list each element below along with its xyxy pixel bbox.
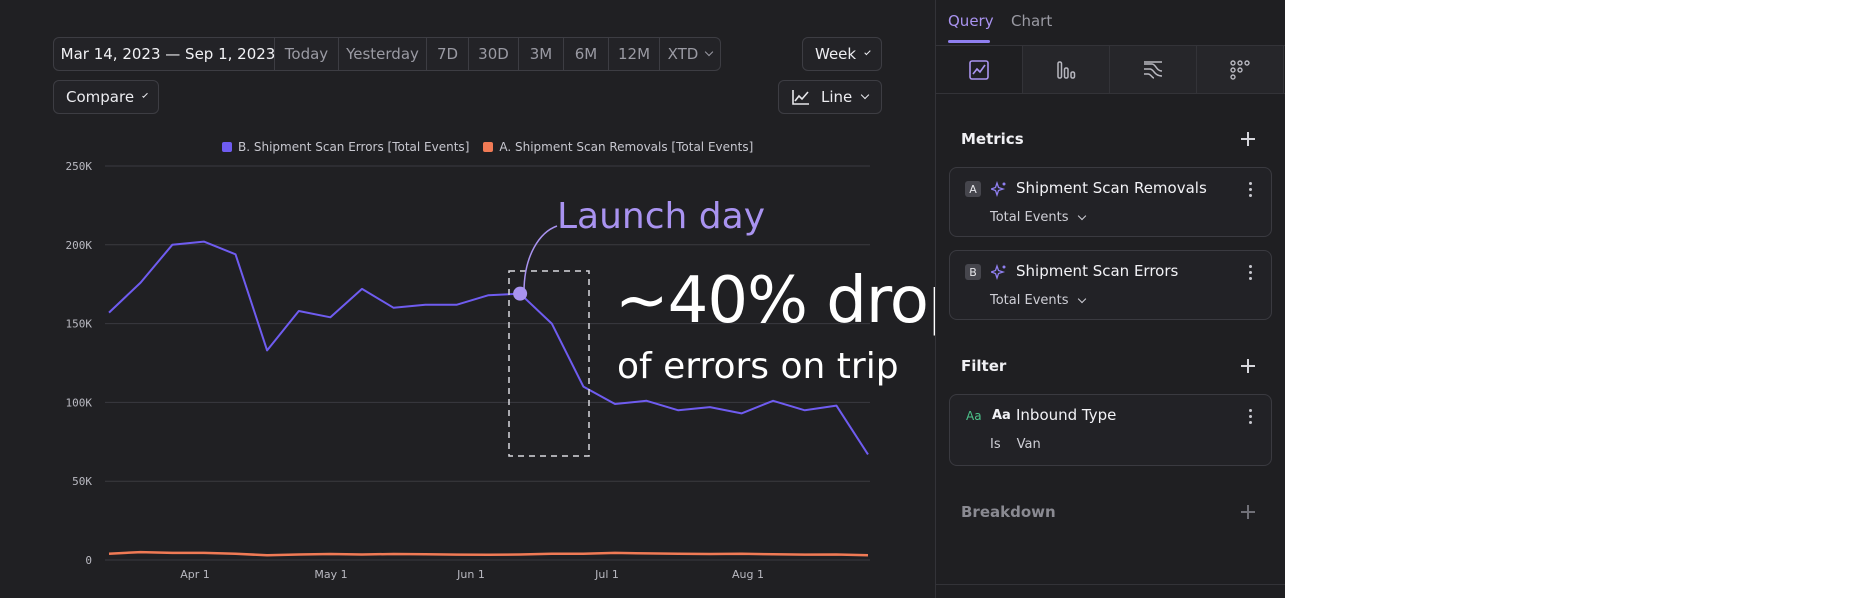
viz-flows-button[interactable] bbox=[1110, 46, 1197, 93]
launch-callout-line bbox=[523, 225, 558, 293]
retention-grid-icon bbox=[1230, 59, 1250, 80]
sparkle-icon bbox=[991, 181, 1006, 197]
y-tick-label: 100K bbox=[66, 396, 93, 409]
more-options-icon[interactable] bbox=[1249, 182, 1252, 197]
tab-query[interactable]: Query bbox=[948, 12, 994, 30]
filter-condition[interactable]: Is Van bbox=[990, 437, 1041, 452]
metric-measure-label: Total Events bbox=[990, 293, 1069, 308]
launch-label: Launch day bbox=[557, 196, 766, 237]
y-tick-label: 150K bbox=[66, 318, 93, 331]
x-tick-label: Jun 1 bbox=[456, 568, 485, 581]
add-breakdown-plus-icon[interactable] bbox=[1241, 505, 1255, 519]
drop-subline: of errors on trip bbox=[617, 346, 899, 387]
y-tick-label: 250K bbox=[66, 160, 93, 173]
app-window: Mar 14, 2023 — Sep 1, 2023 Today Yesterd… bbox=[0, 0, 1285, 598]
viz-insights-button[interactable] bbox=[936, 46, 1023, 93]
viz-type-row bbox=[936, 45, 1285, 94]
metric-badge: A bbox=[965, 181, 981, 197]
x-axis: Apr 1 May 1 Jun 1 Jul 1 Aug 1 bbox=[180, 568, 764, 581]
drop-headline: ~40% drop bbox=[615, 264, 969, 338]
metric-name: Shipment Scan Errors bbox=[1016, 262, 1179, 280]
metric-badge: B bbox=[965, 264, 981, 280]
y-tick-label: 0 bbox=[85, 554, 92, 567]
bar-chart-icon bbox=[1057, 60, 1076, 79]
metric-card-b[interactable]: B Shipment Scan Errors Total Events bbox=[949, 250, 1272, 320]
add-metric-plus-icon[interactable] bbox=[1241, 132, 1255, 146]
filter-card[interactable]: Aa Aa Inbound Type Is Van bbox=[949, 394, 1272, 466]
y-tick-label: 50K bbox=[72, 475, 92, 488]
series-line-removals bbox=[108, 550, 869, 557]
launch-marker[interactable] bbox=[513, 286, 528, 301]
x-tick-label: Apr 1 bbox=[180, 568, 210, 581]
panel-divider bbox=[936, 584, 1285, 585]
filter-operator: Is bbox=[990, 437, 1001, 452]
flows-icon bbox=[1144, 60, 1163, 79]
sparkle-icon bbox=[991, 264, 1006, 280]
metric-card-a[interactable]: A Shipment Scan Removals Total Events bbox=[949, 167, 1272, 237]
string-type-icon: Aa bbox=[966, 409, 982, 423]
filter-value: Van bbox=[1016, 437, 1041, 452]
chevron-down-icon bbox=[1077, 294, 1086, 303]
add-filter-plus-icon[interactable] bbox=[1241, 359, 1255, 373]
filter-property-name: Inbound Type bbox=[1016, 406, 1117, 424]
filter-title: Filter bbox=[961, 357, 1007, 375]
x-tick-label: Aug 1 bbox=[732, 568, 764, 581]
metric-name: Shipment Scan Removals bbox=[1016, 179, 1207, 197]
more-options-icon[interactable] bbox=[1249, 265, 1252, 280]
viz-retention-button[interactable] bbox=[1197, 46, 1284, 93]
x-tick-label: May 1 bbox=[314, 568, 347, 581]
breakdown-title: Breakdown bbox=[961, 503, 1056, 521]
metric-measure-label: Total Events bbox=[990, 210, 1069, 225]
metrics-title: Metrics bbox=[961, 130, 1024, 148]
active-tab-indicator bbox=[948, 40, 990, 43]
query-panel: Query Chart Metrics A Shipment Scan Remo… bbox=[935, 0, 1285, 598]
tab-chart[interactable]: Chart bbox=[1011, 12, 1052, 30]
x-tick-label: Jul 1 bbox=[594, 568, 619, 581]
more-options-icon[interactable] bbox=[1249, 409, 1252, 424]
y-axis: 250K 200K 150K 100K 50K 0 bbox=[66, 160, 93, 567]
y-tick-label: 200K bbox=[66, 239, 93, 252]
chevron-down-icon bbox=[1077, 211, 1086, 220]
property-type-icon: Aa bbox=[992, 408, 1011, 423]
line-chart-icon bbox=[969, 59, 989, 80]
metric-measure-select[interactable]: Total Events bbox=[990, 293, 1086, 308]
viz-funnels-button[interactable] bbox=[1023, 46, 1110, 93]
metric-measure-select[interactable]: Total Events bbox=[990, 210, 1086, 225]
